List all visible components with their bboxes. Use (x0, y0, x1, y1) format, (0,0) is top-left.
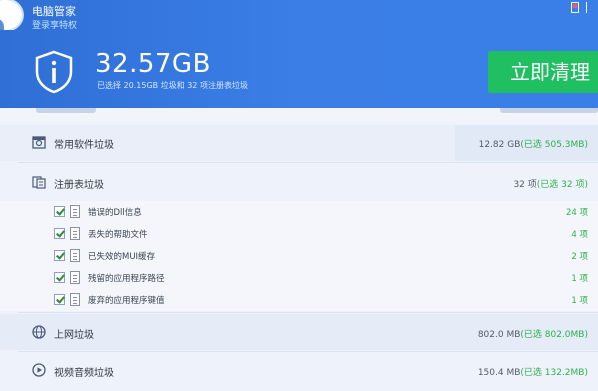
item-count: 4 项 (571, 230, 588, 240)
user-body-icon (0, 18, 4, 30)
category-web[interactable]: 上网垃圾 802.0 MB(已选 802.0MB) (0, 314, 598, 350)
item-count: 2 项 (571, 252, 588, 262)
item-label: 已失效的MUI缓存 (88, 252, 156, 262)
category-software[interactable]: 常用软件垃圾 12.82 GB(已选 505.3MB) (0, 125, 598, 161)
software-box-icon (32, 136, 46, 149)
item-label: 错误的Dll信息 (88, 208, 142, 218)
faded-value (500, 108, 598, 113)
category-value: 32 项(已选 32 项) (513, 177, 588, 190)
total-size: 32.57GB (95, 49, 211, 79)
item-label: 丢失的帮助文件 (88, 230, 148, 240)
category-label: 上网垃圾 (54, 330, 94, 341)
selected-suffix: ) (584, 180, 588, 190)
item-checkbox[interactable] (54, 228, 65, 239)
shield-info-icon (35, 50, 73, 94)
play-circle-icon (32, 363, 46, 377)
globe-icon (32, 325, 46, 339)
login-link[interactable]: 登录享特权 (32, 18, 77, 31)
document-icon (70, 227, 80, 240)
registry-icon (32, 176, 46, 189)
selection-summary: 已选择 20.15GB 垃圾和 32 项注册表垃圾 (97, 81, 248, 90)
list-item[interactable]: 错误的Dll信息 24 项 (0, 201, 598, 223)
selected-prefix: (已选 (520, 140, 545, 150)
item-count: 1 项 (571, 274, 588, 284)
selected-prefix: (已选 (520, 330, 545, 340)
list-item[interactable]: 丢失的帮助文件 4 项 (0, 223, 598, 245)
selected-prefix: (已选 (520, 368, 545, 378)
document-icon (70, 205, 80, 218)
item-checkbox[interactable] (54, 294, 65, 305)
category-value: 12.82 GB(已选 505.3MB) (479, 137, 588, 150)
clean-now-button[interactable]: 立即清理 (488, 51, 598, 93)
category-label: 注册表垃圾 (54, 180, 104, 191)
divider (18, 312, 598, 313)
divider (18, 351, 598, 352)
avatar[interactable] (0, 0, 26, 30)
header-bar: 电脑管家 登录享特权 32.57GB 已选择 20.15GB 垃圾和 32 项注… (0, 0, 598, 108)
item-checkbox[interactable] (54, 206, 65, 217)
selected-prefix: (已选 (536, 180, 562, 190)
item-count: 24 项 (565, 208, 588, 218)
category-size: 32 项 (513, 180, 537, 190)
category-label: 视频音频垃圾 (54, 368, 114, 379)
list-item[interactable]: 已失效的MUI缓存 2 项 (0, 245, 598, 267)
category-size: 150.4 MB (477, 368, 521, 378)
app-title: 电脑管家 (32, 5, 76, 18)
category-size: 802.0 MB (477, 330, 521, 340)
list-item[interactable]: 残留的应用程序路径 1 项 (0, 267, 598, 289)
list-item[interactable]: 废弃的应用程序键值 1 项 (0, 289, 598, 311)
document-icon (70, 271, 80, 284)
item-label: 残留的应用程序路径 (88, 274, 165, 284)
faded-label (36, 108, 96, 113)
document-icon (70, 293, 80, 306)
category-size: 12.82 GB (478, 140, 521, 150)
item-count: 1 项 (571, 296, 588, 306)
divider (18, 162, 598, 163)
category-value: 150.4 MB(已选 132.2MB) (478, 365, 588, 378)
category-value: 802.0 MB(已选 802.0MB) (478, 327, 588, 340)
phone-icon[interactable] (571, 2, 579, 13)
selected-size: 32 项 (561, 180, 585, 190)
list-item-partial (0, 108, 598, 122)
category-registry[interactable]: 注册表垃圾 32 项(已选 32 项) (0, 164, 598, 200)
selected-size: 802.0MB (544, 330, 585, 340)
document-icon (70, 249, 80, 262)
cleanup-list: 常用软件垃圾 12.82 GB(已选 505.3MB) 注册表垃圾 32 项(已… (0, 108, 598, 391)
selected-suffix: ) (584, 330, 588, 340)
selected-size: 505.3MB (544, 140, 585, 150)
avatar-circle (0, 0, 24, 30)
category-media[interactable]: 视频音频垃圾 150.4 MB(已选 132.2MB) (0, 353, 598, 391)
selected-suffix: ) (584, 368, 588, 378)
selected-size: 132.2MB (544, 368, 585, 378)
item-checkbox[interactable] (54, 272, 65, 283)
item-checkbox[interactable] (54, 250, 65, 261)
item-label: 废弃的应用程序键值 (88, 296, 165, 306)
selected-suffix: ) (584, 140, 588, 150)
category-label: 常用软件垃圾 (54, 140, 114, 151)
window-controls[interactable] (586, 2, 598, 13)
